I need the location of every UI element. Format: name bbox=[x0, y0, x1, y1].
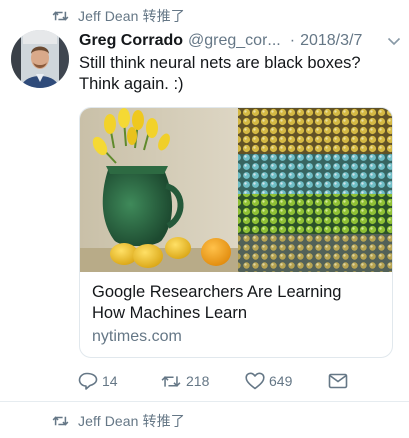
tweet-header: Greg Corrado @greg_cor... · 2018/3/7 bbox=[79, 30, 401, 52]
like-count: 649 bbox=[269, 373, 293, 389]
retweet-icon bbox=[52, 11, 69, 21]
tweet-text-line2: Think again. :) bbox=[79, 75, 184, 93]
tweet-text-line1: Still think neural nets are black boxes? bbox=[79, 54, 361, 72]
retweet-context[interactable]: Jeff Dean 转推了 bbox=[52, 6, 185, 26]
card-image bbox=[80, 108, 392, 272]
retweeted-by-label: Jeff Dean 转推了 bbox=[78, 8, 185, 24]
separator-dot: · bbox=[289, 32, 296, 49]
retweet-icon bbox=[161, 375, 181, 387]
retweeted-by-label: Jeff Dean 转推了 bbox=[78, 413, 185, 429]
like-icon bbox=[245, 372, 265, 390]
dm-icon bbox=[328, 373, 348, 389]
retweet-count: 218 bbox=[186, 373, 210, 389]
tweet-text: Still think neural nets are black boxes?… bbox=[79, 53, 399, 95]
like-button[interactable]: 649 bbox=[245, 370, 292, 392]
author-name[interactable]: Greg Corrado bbox=[79, 32, 183, 50]
handle-ellipsis: ... bbox=[267, 32, 281, 49]
retweet-context-next[interactable]: Jeff Dean 转推了 bbox=[52, 411, 185, 431]
tweet-date[interactable]: 2018/3/7 bbox=[300, 32, 362, 50]
card-domain: nytimes.com bbox=[92, 328, 182, 345]
avatar[interactable] bbox=[11, 30, 69, 88]
card-title-line2: How Machines Learn bbox=[92, 304, 247, 322]
link-card[interactable]: Google Researchers Are Learning How Mach… bbox=[79, 107, 393, 358]
reply-icon bbox=[78, 372, 98, 390]
tweet-actions: 14 218 649 bbox=[78, 370, 398, 392]
chevron-down-icon[interactable] bbox=[387, 36, 401, 46]
author-handle[interactable]: @greg_cor bbox=[188, 32, 267, 50]
reply-count: 14 bbox=[102, 373, 118, 389]
card-title: Google Researchers Are Learning How Mach… bbox=[92, 282, 384, 324]
direct-message-button[interactable] bbox=[328, 370, 352, 392]
retweet-icon bbox=[52, 416, 69, 426]
card-title-line1: Google Researchers Are Learning bbox=[92, 283, 342, 301]
tweet-divider bbox=[0, 401, 409, 402]
reply-button[interactable]: 14 bbox=[78, 370, 118, 392]
retweet-button[interactable]: 218 bbox=[160, 370, 209, 392]
